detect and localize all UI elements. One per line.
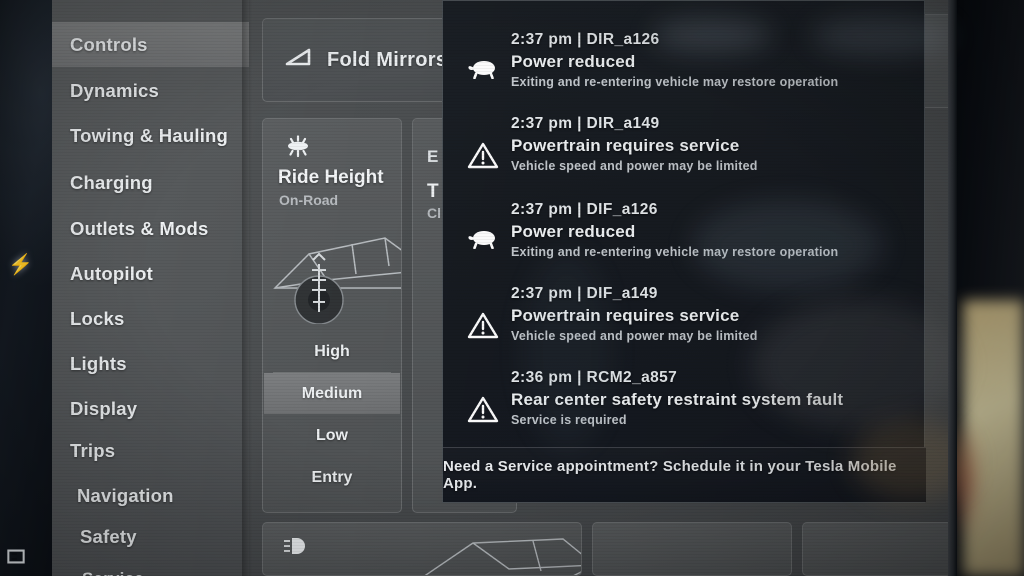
option-label: Medium xyxy=(301,384,363,402)
alert-code: DIR_a126 xyxy=(586,31,660,48)
alert-separator: | xyxy=(572,31,587,48)
sidebar-item-label: Service xyxy=(82,569,144,576)
alert-time: 2:37 pm xyxy=(511,201,573,218)
ride-height-option-medium[interactable]: Medium xyxy=(264,373,400,414)
alert-time-code: 2:37 pm | DIR_a126 xyxy=(511,31,926,49)
alert-item[interactable]: 2:37 pm | DIF_a126 Power reduced Exiting… xyxy=(443,201,926,259)
lights-control-card[interactable] xyxy=(262,522,582,576)
sidebar-item-label: Display xyxy=(70,397,138,419)
bottom-card-b[interactable] xyxy=(592,522,792,576)
sidebar-item-label: Autopilot xyxy=(70,262,153,284)
sidebar-item-locks[interactable]: Locks xyxy=(52,296,249,341)
sidebar-item-navigation[interactable]: Navigation xyxy=(52,473,249,518)
swap-screen-icon[interactable] xyxy=(5,548,27,565)
alert-title: Powertrain requires service xyxy=(511,306,740,325)
sidebar-item-label: Safety xyxy=(80,525,137,547)
ride-height-card[interactable]: Ride Height On-Road High Medium Low Entr… xyxy=(262,118,402,513)
sidebar-item-charging[interactable]: Charging xyxy=(52,160,249,205)
obscured-card-line2: T xyxy=(427,181,439,202)
alert-description: Vehicle speed and power may be limited xyxy=(511,329,758,343)
sidebar: Controls Dynamics Towing & Hauling Charg… xyxy=(52,0,252,576)
alert-separator: | xyxy=(572,115,587,132)
option-label: High xyxy=(314,342,350,360)
sidebar-item-label: Charging xyxy=(70,171,153,193)
cybertruck-wireframe-icon xyxy=(263,214,401,325)
sidebar-item-controls[interactable]: Controls xyxy=(52,22,249,67)
sidebar-item-autopilot[interactable]: Autopilot xyxy=(52,251,249,296)
alert-description: Vehicle speed and power may be limited xyxy=(511,159,758,173)
ride-height-option-high[interactable]: High xyxy=(264,331,400,372)
alert-item[interactable]: 2:37 pm | DIF_a149 Powertrain requires s… xyxy=(443,285,926,343)
alert-time-code: 2:36 pm | RCM2_a857 xyxy=(511,369,926,387)
sidebar-item-outlets-mods[interactable]: Outlets & Mods xyxy=(52,206,249,251)
alert-separator: | xyxy=(572,201,587,218)
sidebar-item-trips[interactable]: Trips xyxy=(52,428,249,473)
option-label: Entry xyxy=(311,468,353,486)
alert-title: Power reduced xyxy=(511,52,636,71)
alert-item[interactable]: 2:36 pm | RCM2_a857 Rear center safety r… xyxy=(443,369,926,427)
sidebar-item-label: Towing & Hauling xyxy=(70,124,229,146)
warning-triangle-icon xyxy=(467,141,499,171)
turtle-icon xyxy=(467,227,499,257)
alert-title: Powertrain requires service xyxy=(511,136,740,155)
screenshot-root: ⚡ Controls Dynamics Towing & Hauling Cha… xyxy=(0,0,1024,576)
alert-description: Exiting and re-entering vehicle may rest… xyxy=(511,75,839,89)
alert-time: 2:37 pm xyxy=(511,31,573,48)
alert-separator: | xyxy=(572,369,587,386)
alert-time: 2:36 pm xyxy=(511,369,573,386)
alert-code: DIF_a149 xyxy=(586,285,658,302)
lightning-bolt-icon[interactable]: ⚡ xyxy=(8,252,33,277)
alert-separator: | xyxy=(572,285,587,302)
sidebar-item-label: Dynamics xyxy=(70,79,160,101)
alert-item[interactable]: 2:37 pm | DIR_a149 Powertrain requires s… xyxy=(443,115,926,173)
sidebar-item-label: Lights xyxy=(70,352,127,374)
sidebar-item-label: Navigation xyxy=(77,484,174,506)
alert-description: Exiting and re-entering vehicle may rest… xyxy=(511,245,839,259)
alert-item[interactable]: 2:37 pm | DIR_a126 Power reduced Exiting… xyxy=(443,31,926,89)
sidebar-item-dynamics[interactable]: Dynamics xyxy=(52,68,249,113)
service-appointment-footer[interactable]: Need a Service appointment? Schedule it … xyxy=(443,447,926,502)
alert-title: Rear center safety restraint system faul… xyxy=(511,390,844,409)
sidebar-item-label: Outlets & Mods xyxy=(70,217,209,239)
obscured-card-line1: E xyxy=(427,147,439,166)
ride-height-subtitle: On-Road xyxy=(279,192,339,208)
ride-height-option-entry[interactable]: Entry xyxy=(264,457,400,498)
warning-triangle-icon xyxy=(467,311,499,341)
sidebar-shadow xyxy=(242,0,252,576)
option-label: Low xyxy=(316,426,348,444)
sidebar-item-service[interactable]: Service xyxy=(52,556,249,576)
service-appointment-text: Need a Service appointment? Schedule it … xyxy=(443,458,897,492)
alert-description: Service is required xyxy=(511,413,627,427)
bottom-card-c[interactable] xyxy=(802,522,952,576)
headlight-icon xyxy=(283,537,309,555)
mirror-fold-icon xyxy=(283,45,313,76)
alert-code: RCM2_a857 xyxy=(586,369,678,386)
alert-title: Power reduced xyxy=(511,222,636,241)
alert-time: 2:37 pm xyxy=(511,285,573,302)
obscured-card-line3: Cl xyxy=(427,205,441,221)
sidebar-item-safety[interactable]: Safety xyxy=(52,514,249,559)
sidebar-item-label: Locks xyxy=(70,307,125,329)
cybertruck-top-graphic xyxy=(413,529,581,575)
alerts-panel: 2:37 pm | DIR_a126 Power reduced Exiting… xyxy=(442,0,926,503)
alert-code: DIR_a149 xyxy=(586,115,660,132)
warning-triangle-icon xyxy=(467,395,499,425)
alert-time-code: 2:37 pm | DIR_a149 xyxy=(511,115,926,133)
ride-height-option-low[interactable]: Low xyxy=(264,415,400,456)
sidebar-item-label: Controls xyxy=(70,33,148,55)
sidebar-item-display[interactable]: Display xyxy=(52,386,249,431)
touchscreen: Controls Dynamics Towing & Hauling Charg… xyxy=(52,0,972,576)
alert-time-code: 2:37 pm | DIF_a149 xyxy=(511,285,926,303)
alert-time-code: 2:37 pm | DIF_a126 xyxy=(511,201,926,219)
screen-bezel xyxy=(948,0,957,576)
fold-mirrors-label: Fold Mirrors xyxy=(327,48,448,71)
sidebar-item-label: Trips xyxy=(70,439,116,461)
sidebar-item-lights[interactable]: Lights xyxy=(52,341,249,386)
turtle-icon xyxy=(467,57,499,87)
alert-time: 2:37 pm xyxy=(511,115,573,132)
sidebar-item-towing-hauling[interactable]: Towing & Hauling xyxy=(52,113,249,158)
ride-height-title: Ride Height xyxy=(278,167,384,188)
alert-code: DIF_a126 xyxy=(586,201,658,218)
suspension-icon xyxy=(283,135,313,159)
